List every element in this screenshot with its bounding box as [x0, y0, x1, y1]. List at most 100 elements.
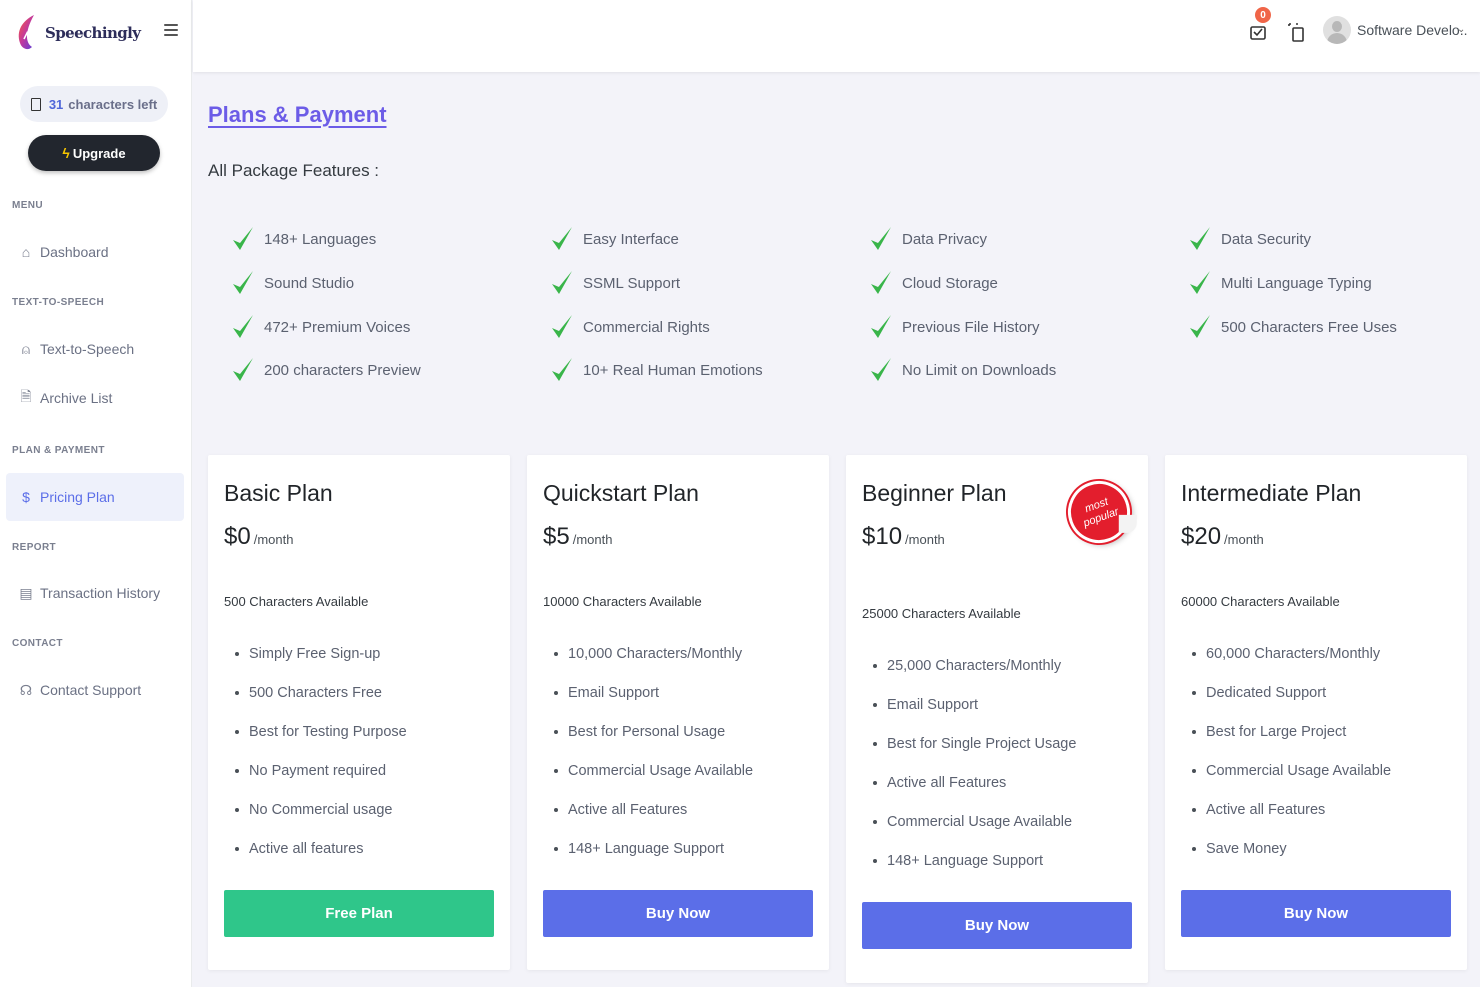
file-icon: 🗎: [20, 388, 32, 404]
most-popular-badge: most popular: [1059, 472, 1139, 552]
plan-card: Beginner Plan $10/month 25000 Characters A…: [846, 455, 1148, 983]
sidebar-item-archive-list[interactable]: 🗎 Archive List: [6, 374, 184, 422]
free-plan-button[interactable]: Free Plan: [224, 890, 494, 937]
upgrade-label: Upgrade: [72, 145, 126, 161]
sidebar-item-contact-support[interactable]: ☊ Contact Support: [6, 666, 184, 714]
list-item: Active all Features: [1181, 790, 1391, 829]
list-item: Best for Personal Usage: [543, 712, 753, 751]
plan-name: Basic Plan: [224, 480, 333, 506]
list-item: Commercial Usage Available: [1181, 751, 1391, 790]
section-plan-payment: PLAN & PAYMENT: [12, 445, 105, 456]
feature-label: 500 Characters Free Uses: [1221, 318, 1397, 336]
notifications-icon[interactable]: [1249, 22, 1267, 42]
sidebar-item-label: Pricing Plan: [40, 489, 115, 505]
check-icon: [1190, 315, 1210, 338]
list-item: Save Money: [1181, 829, 1391, 868]
check-icon: [233, 227, 253, 250]
page-title[interactable]: Plans & Payment: [208, 102, 387, 128]
plan-card: Basic Plan $0/month 500 Characters Availab…: [208, 455, 510, 970]
plan-price-period: /month: [905, 532, 945, 547]
brand-logo[interactable]: Speechingly: [14, 12, 141, 54]
plan-characters: 500 Characters Available: [224, 594, 369, 609]
characters-left-badge: 31 characters left: [20, 86, 168, 122]
plan-price: $5/month: [543, 523, 612, 551]
feature-item: 148+ Languages: [232, 224, 376, 254]
plan-characters: 60000 Characters Available: [1181, 594, 1340, 609]
brand-name: Speechingly: [45, 24, 141, 42]
feature-label: Easy Interface: [583, 230, 679, 248]
plan-price: $20/month: [1181, 523, 1264, 551]
sidebar-item-text-to-speech[interactable]: ⍝ Text-to-Speech: [6, 325, 184, 373]
user-name[interactable]: Software Develo..: [1357, 22, 1468, 38]
list-item: No Commercial usage: [224, 790, 407, 829]
sidebar-item-label: Text-to-Speech: [40, 341, 135, 357]
fullscreen-icon[interactable]: [1287, 22, 1305, 42]
check-icon: [1190, 271, 1210, 294]
plan-card: Intermediate Plan $20/month 60000 Characte…: [1165, 455, 1467, 970]
list-item: Dedicated Support: [1181, 673, 1391, 712]
features-title: All Package Features :: [208, 161, 380, 180]
list-item: Best for Testing Purpose: [224, 712, 407, 751]
sidebar-item-dashboard[interactable]: ⌂ Dashboard: [6, 228, 184, 276]
feature-label: 472+ Premium Voices: [264, 318, 411, 336]
plan-characters: 10000 Characters Available: [543, 594, 702, 609]
notification-count-badge: 0: [1255, 7, 1271, 23]
plan-feature-list: 60,000 Characters/Monthly Dedicated Suppo…: [1181, 634, 1391, 868]
characters-left-label: characters left: [68, 96, 158, 112]
sidebar-item-transaction-history[interactable]: ▤ Transaction History: [6, 569, 184, 617]
feature-item: Previous File History: [870, 312, 1040, 342]
feature-label: No Limit on Downloads: [902, 361, 1057, 379]
feature-label: Sound Studio: [264, 274, 355, 292]
plan-price-amount: $5: [543, 523, 570, 550]
plan-name: Beginner Plan: [862, 480, 1007, 506]
feature-label: Multi Language Typing: [1221, 274, 1372, 292]
check-icon: [871, 358, 891, 381]
list-item: 148+ Language Support: [543, 829, 753, 868]
menu-toggle-icon[interactable]: [164, 24, 178, 38]
sidebar-item-pricing-plan[interactable]: $ Pricing Plan: [6, 473, 184, 521]
buy-now-button[interactable]: Buy Now: [543, 890, 813, 937]
dollar-icon: $: [22, 489, 30, 505]
feature-item: Easy Interface: [551, 224, 679, 254]
list-item: Commercial Usage Available: [543, 751, 753, 790]
feature-label: Previous File History: [902, 318, 1040, 336]
feature-item: SSML Support: [551, 268, 680, 298]
feature-item: 500 Characters Free Uses: [1189, 312, 1397, 342]
sidebar-item-label: Archive List: [40, 390, 113, 406]
check-icon: [552, 358, 572, 381]
sidebar-item-label: Contact Support: [40, 682, 142, 698]
check-icon: [552, 315, 572, 338]
check-icon: [552, 227, 572, 250]
upgrade-button[interactable]: ϟ Upgrade: [28, 135, 160, 171]
list-item: 500 Characters Free: [224, 673, 407, 712]
list-item: Active all Features: [543, 790, 753, 829]
sidebar-item-label: Transaction History: [40, 585, 161, 601]
check-icon: [871, 315, 891, 338]
feature-item: 472+ Premium Voices: [232, 312, 410, 342]
plan-price-amount: $20: [1181, 523, 1222, 550]
bolt-icon: ϟ: [62, 145, 70, 161]
feature-label: SSML Support: [583, 274, 680, 292]
feature-label: Data Security: [1221, 230, 1312, 248]
characters-left-count: 31: [48, 96, 64, 112]
buy-now-button[interactable]: Buy Now: [1181, 890, 1451, 937]
chevron-down-icon[interactable]: ⌄: [1457, 24, 1465, 35]
headset-icon: ☊: [19, 681, 33, 698]
buy-now-button[interactable]: Buy Now: [862, 902, 1132, 949]
feature-item: 200 characters Preview: [232, 355, 421, 385]
check-icon: [233, 358, 253, 381]
plan-price-period: /month: [1224, 532, 1264, 547]
list-item: Best for Large Project: [1181, 712, 1391, 751]
list-item: Commercial Usage Available: [862, 802, 1076, 841]
feature-item: 10+ Real Human Emotions: [551, 355, 763, 385]
check-icon: [871, 271, 891, 294]
sidebar: Speechingly 31 characters left ϟ Upgrade…: [0, 0, 192, 987]
section-menu: MENU: [12, 200, 44, 211]
plan-price-amount: $0: [224, 523, 251, 550]
section-report: REPORT: [12, 542, 57, 553]
list-item: No Payment required: [224, 751, 407, 790]
feature-item: Multi Language Typing: [1189, 268, 1372, 298]
feature-item: Cloud Storage: [870, 268, 998, 298]
user-avatar[interactable]: [1323, 16, 1351, 44]
plan-price-period: /month: [572, 532, 613, 547]
